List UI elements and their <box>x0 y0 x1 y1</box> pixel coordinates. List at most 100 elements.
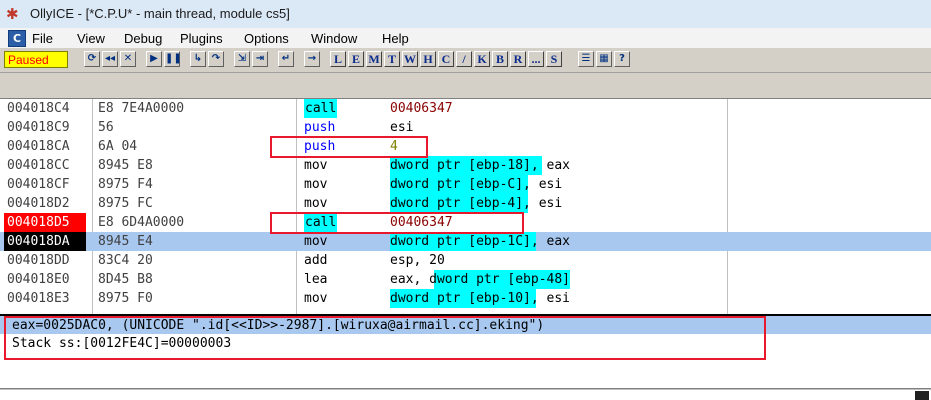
memory-window-button[interactable]: M <box>366 51 382 67</box>
address-current: 004018DA <box>4 232 86 251</box>
mnemonic: lea <box>304 272 328 287</box>
annotation-box-info <box>4 316 766 360</box>
operand: dword ptr [ebp-C], esi <box>390 175 563 194</box>
source-window-button[interactable]: S <box>546 51 562 67</box>
disasm-row[interactable]: 004018CC 8945 E8 mov dword ptr [ebp-18],… <box>0 156 931 175</box>
breakpoints-window-button[interactable]: B <box>492 51 508 67</box>
threads-window-button[interactable]: T <box>384 51 400 67</box>
ollyice-window: ✱ OllyICE - [*C.P.U* - main thread, modu… <box>0 0 931 400</box>
operand: dword ptr [ebp-4], esi <box>390 194 563 213</box>
mnemonic: mov <box>304 158 328 173</box>
patches-window-button[interactable]: / <box>456 51 472 67</box>
toolbar-spacer <box>0 73 931 98</box>
help-icon[interactable]: ? <box>614 51 630 67</box>
run-trace-window-button[interactable]: ... <box>528 51 544 67</box>
log-window-button[interactable]: L <box>330 51 346 67</box>
mnemonic: call <box>304 99 338 118</box>
modules-window-button[interactable]: E <box>348 51 364 67</box>
operand: esi <box>390 120 414 135</box>
options-grid-icon[interactable]: ▦ <box>596 51 612 67</box>
mnemonic: mov <box>304 177 328 192</box>
menu-plugins[interactable]: Plugins <box>180 31 223 46</box>
cpu-window-icon[interactable]: C <box>8 30 26 47</box>
disasm-row[interactable]: 004018E0 8D45 B8 lea eax, dword ptr [ebp… <box>0 270 931 289</box>
toolbar: Paused ⟳ ◂◂ ✕ ▶ ❚❚ ↳ ↷ ⇲ ⇥ ↵ → L E M T W… <box>0 48 931 73</box>
info-pane-blank <box>0 366 931 388</box>
call-stack-window-button[interactable]: K <box>474 51 490 67</box>
operand: dword ptr [ebp-10], esi <box>390 289 571 308</box>
disasm-row[interactable]: 004018C4 E8 7E4A0000 call 00406347 <box>0 99 931 118</box>
hex-bytes: 83C4 20 <box>98 253 153 268</box>
title-bar: ✱ OllyICE - [*C.P.U* - main thread, modu… <box>0 0 931 29</box>
operand: esp, 20 <box>390 253 445 268</box>
address: 004018CF <box>7 177 70 192</box>
address: 004018E3 <box>7 291 70 306</box>
mnemonic: mov <box>304 196 328 211</box>
hex-dump-pane[interactable] <box>0 388 931 400</box>
trace-over-icon[interactable]: ⇥ <box>252 51 268 67</box>
menu-bar: C File View Debug Plugins Options Window… <box>0 28 931 49</box>
status-badge: Paused <box>4 51 68 68</box>
disasm-row[interactable]: 004018CA 6A 04 push 4 <box>0 137 931 156</box>
hex-bytes: 6A 04 <box>98 139 138 154</box>
address: 004018CC <box>7 158 70 173</box>
address: 004018E0 <box>7 272 70 287</box>
annotation-box-call <box>270 212 524 234</box>
disasm-row[interactable]: 004018DD 83C4 20 add esp, 20 <box>0 251 931 270</box>
hex-bytes: 8975 FC <box>98 196 153 211</box>
window-title: OllyICE - [*C.P.U* - main thread, module… <box>30 6 290 21</box>
hex-bytes: 8945 E8 <box>98 158 153 173</box>
info-pane: eax=0025DAC0, (UNICODE ".id[<<ID>>-2987]… <box>0 314 931 368</box>
ollyice-bug-icon: ✱ <box>6 5 19 23</box>
menu-view[interactable]: View <box>77 31 105 46</box>
disasm-row[interactable]: 004018E3 8975 F0 mov dword ptr [ebp-10],… <box>0 289 931 308</box>
mnemonic: add <box>304 253 328 268</box>
windows-window-button[interactable]: W <box>402 51 418 67</box>
mnemonic: mov <box>304 291 328 306</box>
menu-help[interactable]: Help <box>382 31 409 46</box>
mnemonic: mov <box>304 234 328 249</box>
cpu-window-button[interactable]: C <box>438 51 454 67</box>
execute-till-return-icon[interactable]: ↵ <box>278 51 294 67</box>
disasm-row[interactable]: 004018D2 8975 FC mov dword ptr [ebp-4], … <box>0 194 931 213</box>
disassembly-pane[interactable]: 004018C4 E8 7E4A0000 call 00406347 00401… <box>0 98 931 315</box>
go-to-icon[interactable]: → <box>304 51 320 67</box>
operand: dword ptr [ebp-18], eax <box>390 156 571 175</box>
pause-icon[interactable]: ❚❚ <box>164 51 182 67</box>
run-icon[interactable]: ▶ <box>146 51 162 67</box>
hex-bytes: E8 6D4A0000 <box>98 215 185 230</box>
step-into-icon[interactable]: ↳ <box>190 51 206 67</box>
address: 004018C9 <box>7 120 70 135</box>
list-view-icon[interactable]: ☰ <box>578 51 594 67</box>
hex-bytes: E8 7E4A0000 <box>98 101 185 116</box>
operand: dword ptr [ebp-1C], eax <box>390 232 571 251</box>
address-breakpoint: 004018D5 <box>4 213 86 232</box>
menu-file[interactable]: File <box>32 31 53 46</box>
divider <box>0 389 931 390</box>
trace-into-icon[interactable]: ⇲ <box>234 51 250 67</box>
annotation-box-push <box>270 136 428 158</box>
hex-bytes: 8975 F4 <box>98 177 153 192</box>
references-window-button[interactable]: R <box>510 51 526 67</box>
menu-options[interactable]: Options <box>244 31 289 46</box>
address: 004018C4 <box>7 101 70 116</box>
operand: eax, dword ptr [ebp-48] <box>390 270 571 289</box>
close-icon[interactable]: ✕ <box>120 51 136 67</box>
hex-bytes: 8945 E4 <box>98 234 153 249</box>
mnemonic: push <box>304 120 336 135</box>
handles-window-button[interactable]: H <box>420 51 436 67</box>
hex-bytes: 8975 F0 <box>98 291 153 306</box>
restart-icon[interactable]: ◂◂ <box>102 51 118 67</box>
disasm-row-selected[interactable]: 004018DA 8945 E4 mov dword ptr [ebp-1C],… <box>0 232 931 251</box>
operand: 00406347 <box>390 101 453 116</box>
address: 004018CA <box>7 139 70 154</box>
step-over-icon[interactable]: ↷ <box>208 51 224 67</box>
address: 004018D2 <box>7 196 70 211</box>
hex-bytes: 8D45 B8 <box>98 272 153 287</box>
disasm-row[interactable]: 004018CF 8975 F4 mov dword ptr [ebp-C], … <box>0 175 931 194</box>
open-icon[interactable]: ⟳ <box>84 51 100 67</box>
hex-bytes: 56 <box>98 120 114 135</box>
menu-debug[interactable]: Debug <box>124 31 162 46</box>
menu-window[interactable]: Window <box>311 31 357 46</box>
disasm-row[interactable]: 004018C9 56 push esi <box>0 118 931 137</box>
